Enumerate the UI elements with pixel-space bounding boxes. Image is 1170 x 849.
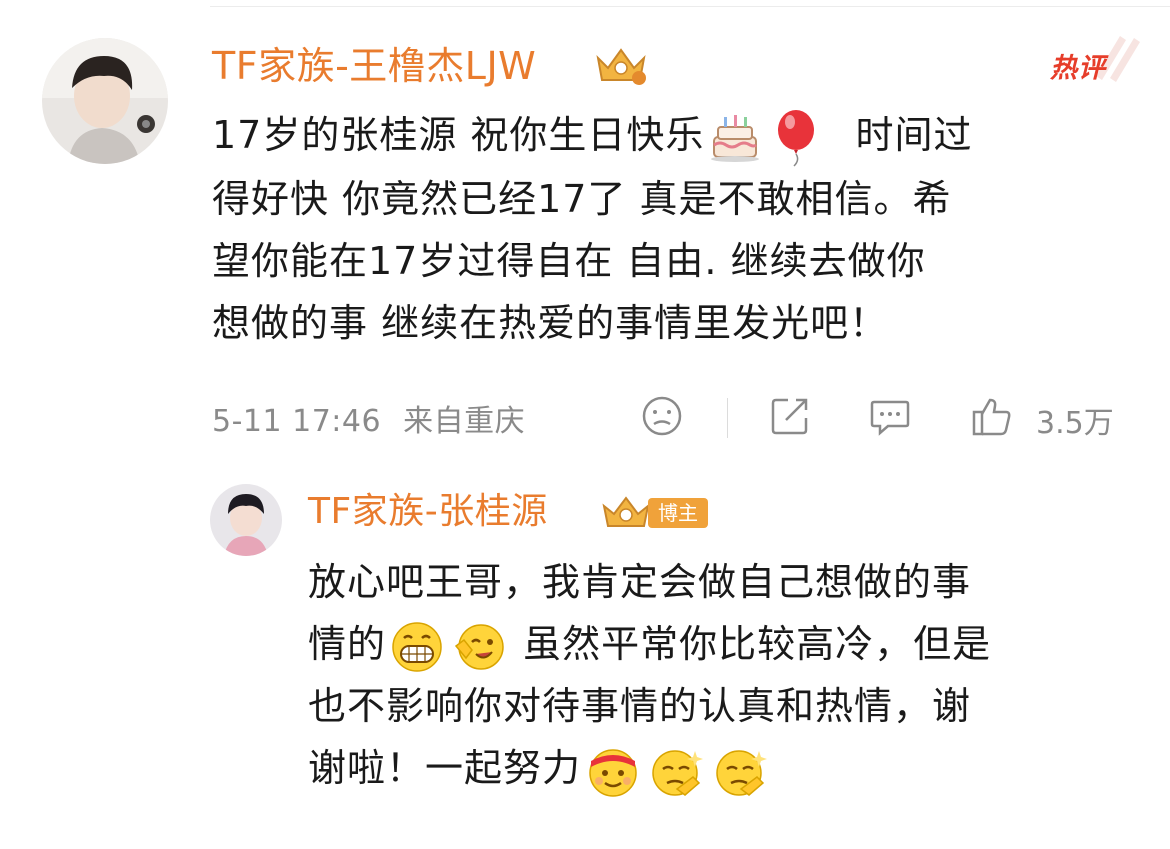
smug-emoji-icon (713, 743, 769, 799)
comment-meta: 5-11 17:46 来自重庆 (212, 396, 525, 440)
smug-emoji-icon (649, 743, 705, 799)
reply-text-line: 情的 (308, 622, 387, 666)
share-icon[interactable] (768, 394, 812, 442)
like-count: 3.5万 (1036, 406, 1114, 441)
reply-avatar[interactable] (210, 484, 282, 556)
reply-text-line: 放心吧王哥，我肯定会做自己想做的事 (308, 560, 972, 604)
comment-text-line: 想做的事 继续在热爱的事情里发光吧！ (212, 300, 889, 345)
comment-timestamp: 5-11 17:46 (212, 404, 382, 439)
hot-comment-tag: 热评 (1050, 53, 1106, 84)
fighting-emoji-icon (585, 743, 641, 799)
reply-text-line: 谢啦！一起努力 (308, 746, 582, 790)
crown-rank-icon (594, 44, 648, 90)
reply-crown-rank-icon (600, 492, 652, 536)
comment-text-line: 时间过 (855, 113, 973, 157)
comment-text-line: 得好快 你竟然已经17了 真是不敢相信。希 (212, 176, 952, 221)
action-divider (727, 398, 728, 438)
reply-text-line: 虽然平常你比较高冷，但是 (523, 622, 992, 666)
blogger-badge: 博主 (648, 498, 708, 528)
top-divider (210, 6, 1170, 7)
comment-location: 来自重庆 (403, 404, 526, 439)
commenter-username[interactable]: TF家族-王橹杰LJW (212, 44, 536, 88)
comment-body: 17岁的张桂源 祝你生日快乐 时间过 得好快 你竟然已经17了 真是不敢相信。希… (212, 104, 973, 354)
reply-text-line: 也不影响你对待事情的认真和热情，谢 (308, 684, 972, 728)
comment-text-line: 望你能在17岁过得自在 自由. 继续去做你 (212, 238, 926, 283)
like-thumb-icon[interactable] (970, 394, 1014, 442)
dislike-face-icon[interactable] (640, 394, 684, 442)
reply-username[interactable]: TF家族-张桂源 (308, 490, 548, 534)
cake-emoji-icon (708, 111, 762, 165)
reply-comment-icon[interactable] (868, 394, 912, 442)
commenter-avatar[interactable] (42, 38, 168, 164)
balloon-emoji-icon (770, 108, 824, 168)
reply-body: 放心吧王哥，我肯定会做自己想做的事 情的 虽然平常你比较高冷，但是 也不影响你对… (308, 551, 991, 799)
grin-emoji-icon (390, 620, 444, 674)
wink-emoji-icon (452, 620, 506, 674)
comment-text-line: 17岁的张桂源 祝你生日快乐 (212, 113, 705, 157)
